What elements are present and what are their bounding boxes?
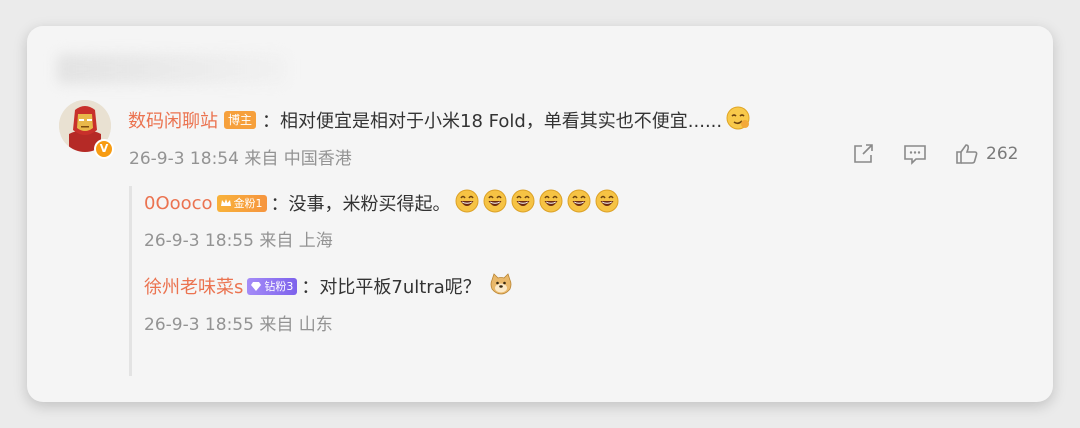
comment-meta: 26-9-3 18:54 来自 中国香港 xyxy=(129,144,352,169)
reply-timestamp-location: 26-9-3 18:55 来自 山东 xyxy=(144,315,333,335)
verified-badge: V xyxy=(94,139,114,159)
host-badge: 博主 xyxy=(224,111,257,129)
share-button[interactable] xyxy=(851,142,877,166)
grin-emoji-icon xyxy=(595,189,619,217)
reply-meta: 26-9-3 18:55 来自 上海 xyxy=(144,226,333,251)
grin-emoji-icon xyxy=(539,189,563,217)
reply-thread-divider xyxy=(129,186,132,376)
comment-body: 数码闲聊站 博主 ：相对便宜是相对于小米18 Fold，单看其实也不便宜....… xyxy=(128,106,750,134)
reply-timestamp-location: 26-9-3 18:55 来自 上海 xyxy=(144,231,333,251)
share-icon xyxy=(854,144,873,163)
diamond-fan-badge-label: 钻粉3 xyxy=(264,279,294,293)
diamond-icon xyxy=(251,282,262,291)
grin-emoji-row xyxy=(451,189,619,217)
like-count: 262 xyxy=(986,144,1019,164)
reply-body: 徐州老味菜s 钻粉3 ：对比平板7ultra呢？ xyxy=(144,272,513,300)
like-button[interactable]: 262 xyxy=(954,142,1018,166)
comment-actions: 262 xyxy=(851,142,1018,166)
crown-icon xyxy=(220,199,231,206)
reply-username[interactable]: 0Oooco xyxy=(144,193,213,214)
reply-meta: 26-9-3 18:55 来自 山东 xyxy=(144,310,333,335)
grin-emoji-icon xyxy=(483,189,507,217)
reply-username[interactable]: 徐州老味菜s xyxy=(144,273,243,299)
grin-emoji-icon xyxy=(455,189,479,217)
gold-fan-badge: 金粉1 xyxy=(216,194,267,212)
reply-body: 0Oooco 金粉1 ：没事，米粉买得起。 xyxy=(144,189,619,217)
reply-text: ：没事，米粉买得起。 xyxy=(270,194,451,215)
reply-text: ：对比平板7ultra呢？ xyxy=(301,277,481,298)
comment-icon xyxy=(904,145,926,165)
faded-header xyxy=(57,54,287,84)
grin-emoji-icon xyxy=(511,189,535,217)
smirk-emoji-icon xyxy=(726,106,750,134)
diamond-fan-badge: 钻粉3 xyxy=(247,277,298,295)
gold-fan-badge-label: 金粉1 xyxy=(233,196,263,210)
grin-emoji-icon xyxy=(567,189,591,217)
comment-text: ：相对便宜是相对于小米18 Fold，单看其实也不便宜...... xyxy=(262,111,723,132)
thumbs-up-icon xyxy=(956,144,978,164)
doge-emoji-icon xyxy=(489,272,513,300)
comment-timestamp-location: 26-9-3 18:54 来自 中国香港 xyxy=(129,149,352,169)
comment-card: V 数码闲聊站 博主 ：相对便宜是相对于小米18 Fold，单看其实也不便宜..… xyxy=(27,26,1053,402)
comment-button[interactable] xyxy=(902,142,928,166)
comment-username[interactable]: 数码闲聊站 xyxy=(128,107,218,133)
